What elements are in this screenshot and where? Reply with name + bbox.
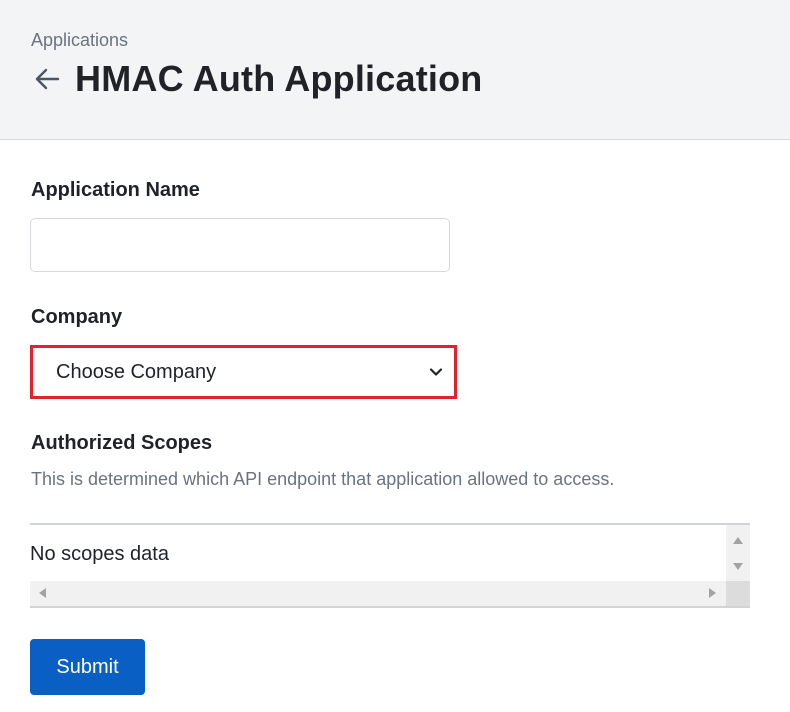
company-select-value: Choose Company (56, 361, 217, 383)
horizontal-scrollbar[interactable] (30, 581, 726, 606)
vertical-scrollbar[interactable] (726, 525, 750, 581)
submit-button[interactable]: Submit (30, 639, 145, 695)
company-select[interactable]: Choose Company (30, 345, 457, 399)
scroll-left-icon[interactable] (39, 588, 46, 598)
scrollbar-corner (726, 581, 750, 606)
chevron-down-icon (429, 368, 443, 376)
application-name-label: Application Name (31, 179, 200, 201)
scroll-down-icon[interactable] (733, 563, 743, 570)
application-name-input[interactable] (30, 218, 450, 272)
scroll-up-icon[interactable] (733, 537, 743, 544)
page-title: HMAC Auth Application (75, 58, 483, 99)
authorized-scopes-label: Authorized Scopes (31, 432, 213, 454)
breadcrumb[interactable]: Applications (31, 30, 128, 51)
scopes-empty-message: No scopes data (30, 543, 169, 565)
arrow-left-icon[interactable] (32, 64, 62, 94)
page-header: Applications HMAC Auth Application (0, 0, 790, 140)
scroll-right-icon[interactable] (709, 588, 716, 598)
scopes-panel: No scopes data (30, 523, 750, 608)
scopes-description: This is determined which API endpoint th… (31, 469, 615, 489)
company-label: Company (31, 306, 123, 328)
